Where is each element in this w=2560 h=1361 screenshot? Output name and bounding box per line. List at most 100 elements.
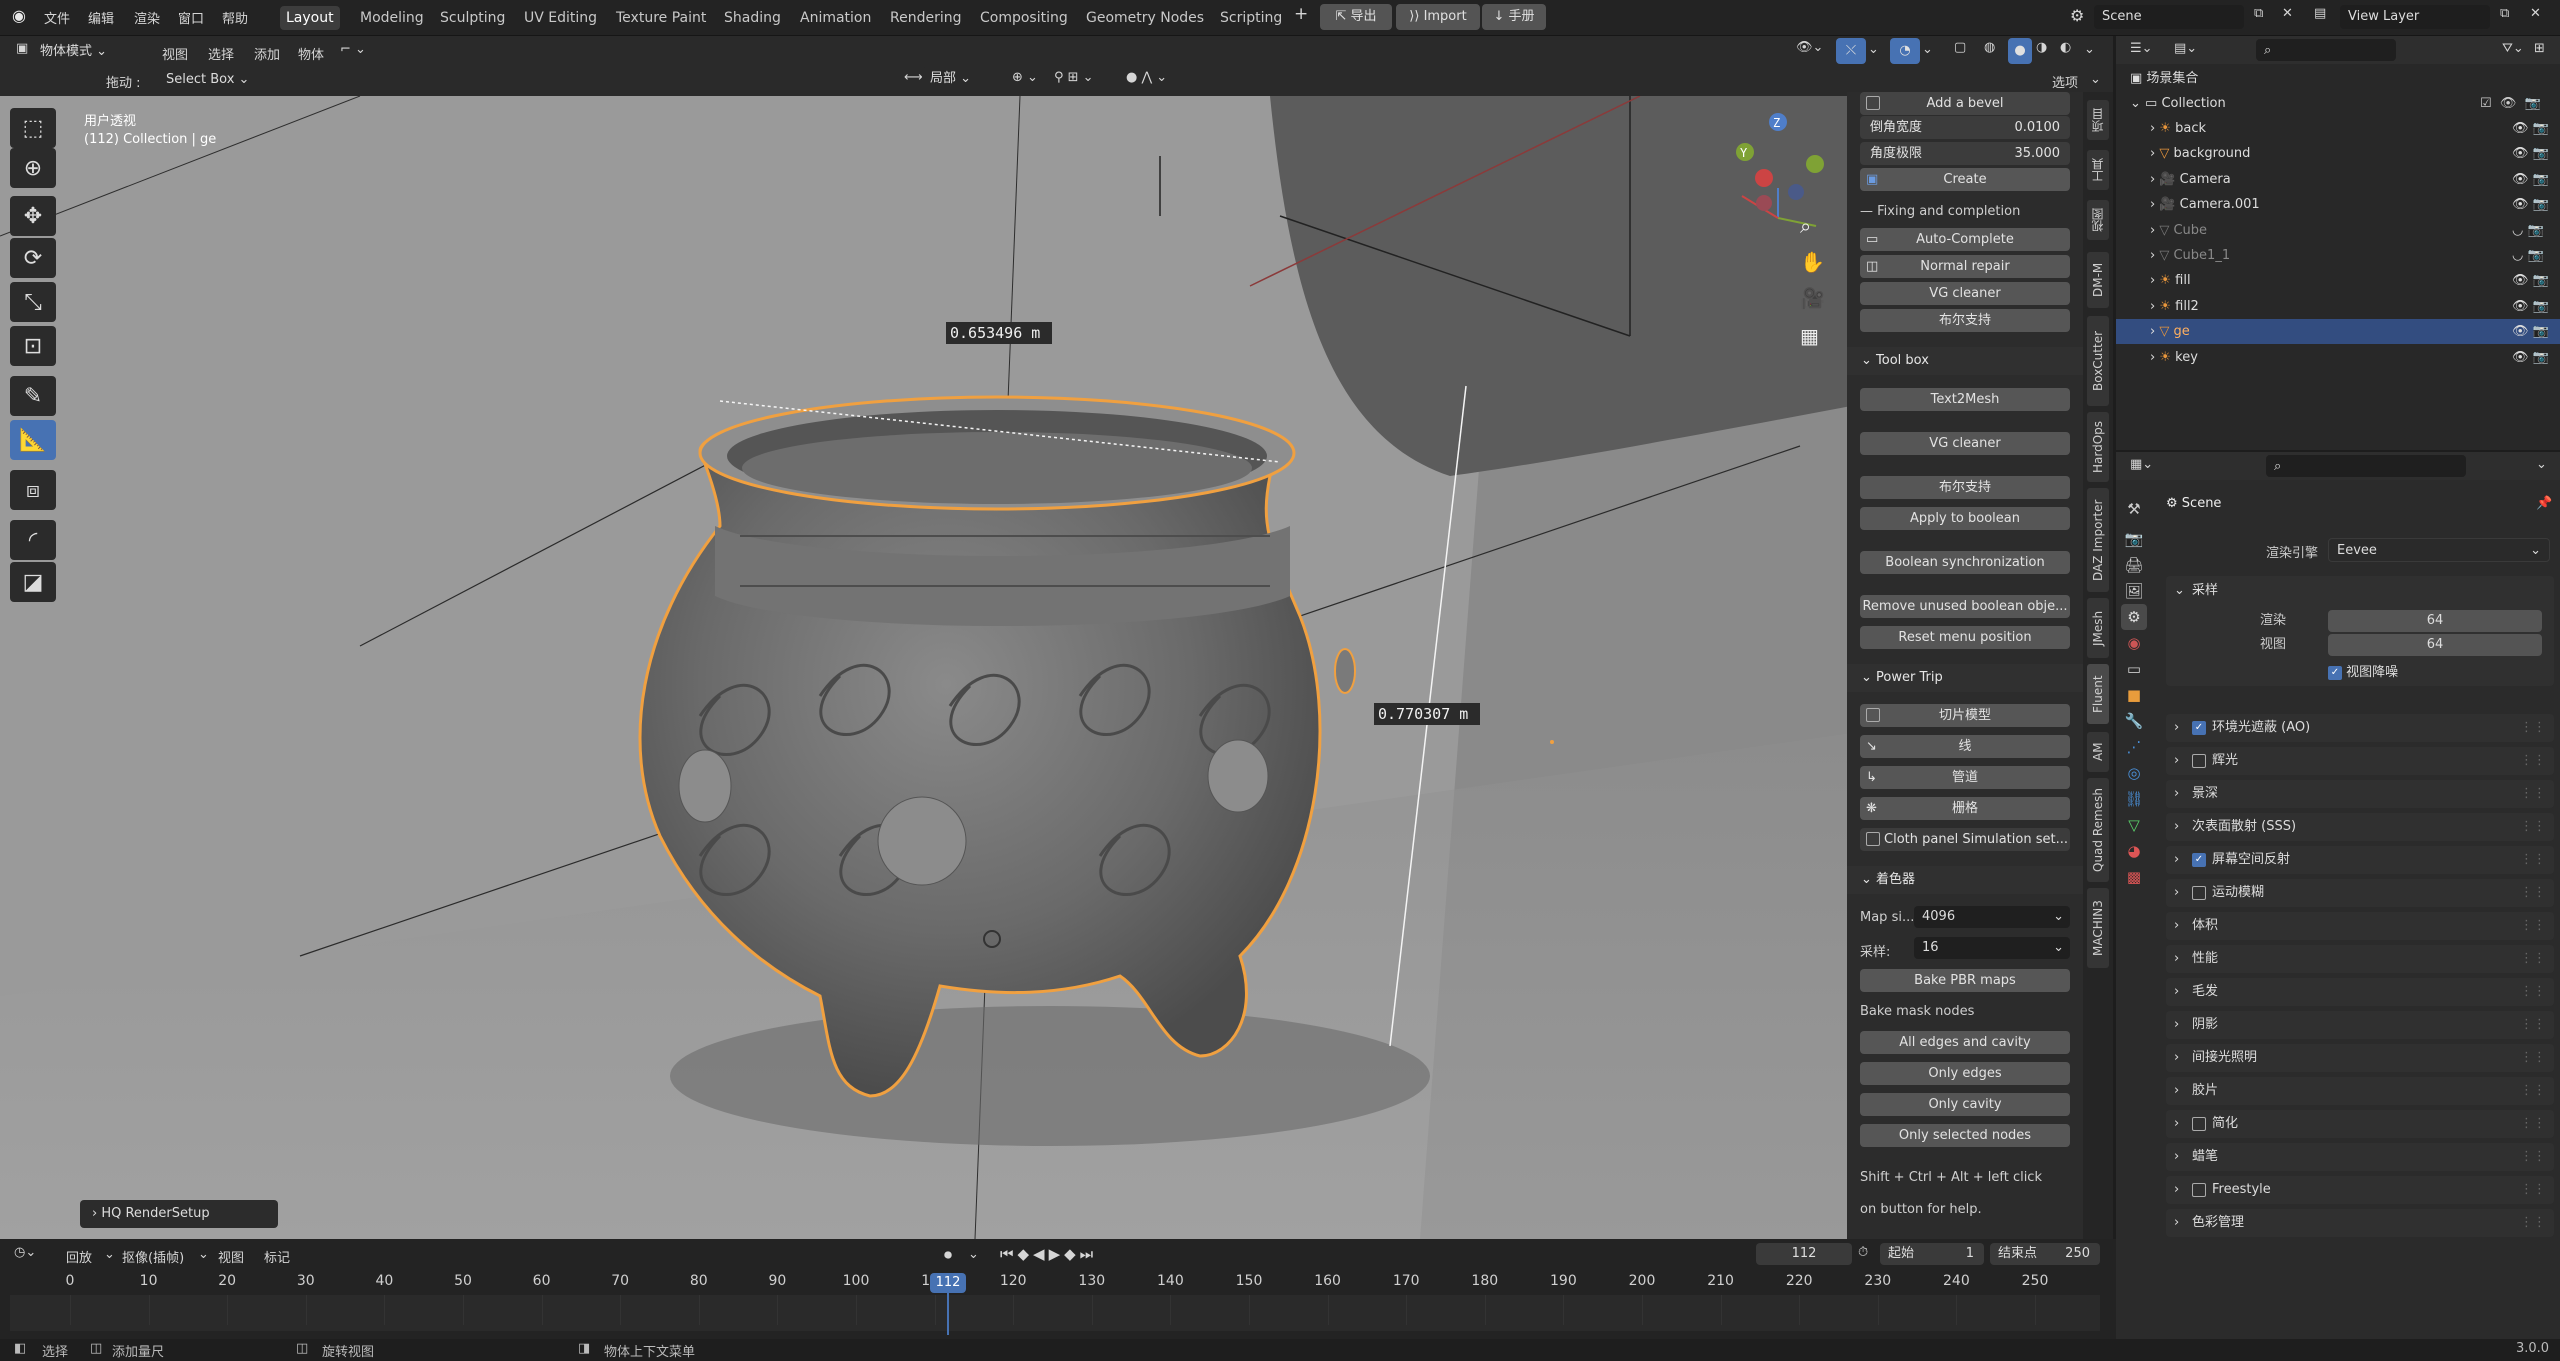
outliner-item-camera[interactable]: › 🎥 Camera 👁 📷: [2116, 167, 2560, 192]
drag-handle-icon[interactable]: ⋮⋮: [2520, 714, 2546, 742]
editor-type-icon[interactable]: ▣: [16, 41, 28, 56]
cursor-tool-icon[interactable]: ⊕: [10, 148, 56, 188]
playback-controls-icon[interactable]: ⏮◆◀▶◆⏭: [1000, 1245, 1097, 1263]
transform-pivot-icon[interactable]: ⟷: [904, 70, 923, 85]
expand-chevron-icon[interactable]: ›: [2150, 197, 2159, 212]
view-layer-icon[interactable]: ▤: [2314, 6, 2326, 21]
grid-button[interactable]: ❋ 栅格: [1860, 797, 2070, 820]
visibility-toggle-icon[interactable]: 👁 📷: [2512, 268, 2549, 293]
tab-daz-importer[interactable]: DAZ Importer: [2087, 488, 2109, 592]
drag-handle-icon[interactable]: ⋮⋮: [2520, 747, 2546, 775]
outliner-item-fill[interactable]: › ☀ fill 👁 📷: [2116, 268, 2560, 293]
timeline-track[interactable]: [10, 1295, 2100, 1331]
options-menu[interactable]: 选项: [2052, 72, 2078, 91]
section-15[interactable]: › 色彩管理 ⋮⋮: [2166, 1209, 2554, 1237]
denoise-checkbox[interactable]: ✓: [2328, 665, 2342, 680]
tab-tool[interactable]: 工具: [2087, 150, 2109, 190]
tab-jmesh[interactable]: JMesh: [2087, 598, 2109, 658]
scene-icon[interactable]: ⚙: [2070, 6, 2084, 25]
section-4[interactable]: › ✓ 屏幕空间反射 ⋮⋮: [2166, 846, 2554, 874]
expand-chevron-icon[interactable]: ›: [2150, 299, 2159, 314]
outliner-item-camera-001[interactable]: › 🎥 Camera.001 👁 📷: [2116, 192, 2560, 217]
transform-tool-icon[interactable]: ⊡: [10, 326, 56, 366]
power-trip-header[interactable]: ⌄ Power Trip: [1847, 664, 2083, 692]
outliner-scene-collection[interactable]: ▣ 场景集合: [2116, 66, 2560, 91]
bevel-width-field[interactable]: 倒角宽度 0.0100: [1860, 116, 2070, 139]
visibility-toggle-icon[interactable]: 👁 📷: [2512, 345, 2549, 370]
xray-icon[interactable]: ▢: [1954, 40, 1966, 55]
menu-render[interactable]: 渲染: [134, 8, 160, 27]
tab-compositing[interactable]: Compositing: [974, 6, 1074, 30]
tab-quad-remesh[interactable]: Quad Remesh: [2087, 778, 2109, 882]
drag-handle-icon[interactable]: ⋮⋮: [2520, 1176, 2546, 1204]
vg-cleaner-2-button[interactable]: VG cleaner: [1860, 432, 2070, 455]
view-layer-tab-icon[interactable]: 🖼: [2121, 578, 2147, 604]
end-frame-field[interactable]: 结束点 250: [1990, 1243, 2100, 1265]
options-chevron-icon[interactable]: ⌄: [2090, 72, 2101, 87]
gizmo-toggle-icon[interactable]: ⤬: [1836, 38, 1866, 64]
texture-tab-icon[interactable]: ▩: [2121, 864, 2147, 890]
all-edges-cavity-button[interactable]: All edges and cavity: [1860, 1031, 2070, 1054]
expand-chevron-icon[interactable]: ›: [2150, 248, 2159, 263]
record-icon[interactable]: ⏺: [944, 1245, 952, 1265]
outliner-item-cube1-1[interactable]: › ▽ Cube1_1 ◡ 📷: [2116, 243, 2560, 268]
blender-logo-icon[interactable]: ◉: [12, 6, 26, 25]
slice-checkbox[interactable]: [1866, 708, 1880, 722]
new-view-layer-icon[interactable]: ⧉: [2500, 6, 2509, 21]
samples-dropdown[interactable]: 16 ⌄: [1914, 937, 2070, 959]
outliner-item-fill2[interactable]: › ☀ fill2 👁 📷: [2116, 294, 2560, 319]
section-3[interactable]: › 次表面散射 (SSS) ⋮⋮: [2166, 813, 2554, 841]
denoise-row[interactable]: ✓ 视图降噪: [2328, 658, 2398, 688]
drag-handle-icon[interactable]: ⋮⋮: [2520, 1110, 2546, 1138]
physics-tab-icon[interactable]: ◎: [2121, 760, 2147, 786]
visibility-toggle-icon[interactable]: 👁 📷: [2512, 167, 2549, 192]
playback-menu[interactable]: 回放: [66, 1247, 92, 1266]
pipe-button[interactable]: ↳ 管道: [1860, 766, 2070, 789]
expand-chevron-icon[interactable]: ›: [2150, 121, 2159, 136]
mode-dropdown[interactable]: 物体模式 ⌄: [32, 40, 142, 64]
outliner-search[interactable]: ⌕: [2256, 39, 2396, 61]
section-checkbox[interactable]: ✓: [2192, 852, 2206, 867]
section-checkbox[interactable]: [2192, 753, 2206, 768]
constraints-tab-icon[interactable]: ⛓: [2121, 786, 2147, 812]
outliner-item-background[interactable]: › ▽ background 👁 📷: [2116, 141, 2560, 166]
section-checkbox[interactable]: [2192, 885, 2206, 900]
drag-handle-icon[interactable]: ⋮⋮: [2520, 1077, 2546, 1105]
scale-tool-icon[interactable]: ⤡: [10, 282, 56, 322]
visibility-toggle-icon[interactable]: 👁 📷: [2512, 319, 2549, 344]
add-bevel-checkbox[interactable]: [1866, 96, 1880, 110]
section-2[interactable]: › 景深 ⋮⋮: [2166, 780, 2554, 808]
section-7[interactable]: › 性能 ⋮⋮: [2166, 945, 2554, 973]
cloth-checkbox[interactable]: [1866, 832, 1880, 846]
select-box-dropdown[interactable]: Select Box ⌄: [158, 68, 258, 92]
measure-tool-icon[interactable]: 📐: [10, 420, 56, 460]
section-11[interactable]: › 胶片 ⋮⋮: [2166, 1077, 2554, 1105]
expand-chevron-icon[interactable]: ›: [2150, 223, 2159, 238]
add-workspace-icon[interactable]: +: [1294, 4, 1308, 24]
filter-icon[interactable]: ⛛⌄: [2502, 41, 2524, 56]
delete-view-layer-icon[interactable]: ✕: [2530, 6, 2541, 21]
bevel-tool-icon[interactable]: ◜: [10, 520, 56, 560]
drag-handle-icon[interactable]: ⋮⋮: [2520, 945, 2546, 973]
vg-cleaner-button[interactable]: VG cleaner: [1860, 282, 2070, 305]
expand-chevron-icon[interactable]: ›: [2150, 146, 2159, 161]
sampling-section[interactable]: ⌄ 采样 渲染 64 视图 64 ✓ 视图降噪: [2166, 576, 2554, 686]
viewport-samples-field[interactable]: 64: [2328, 634, 2542, 656]
menu-view[interactable]: 视图: [162, 44, 188, 63]
shader-header[interactable]: ⌄ 着色器: [1847, 866, 2083, 894]
export-button[interactable]: ⇱ 导出: [1320, 4, 1392, 30]
only-selected-nodes-button[interactable]: Only selected nodes: [1860, 1124, 2070, 1147]
only-edges-button[interactable]: Only edges: [1860, 1062, 2070, 1085]
render-tab-icon[interactable]: 📷: [2121, 526, 2147, 552]
drag-handle-icon[interactable]: ⋮⋮: [2520, 1011, 2546, 1039]
map-size-dropdown[interactable]: 4096 ⌄: [1914, 906, 2070, 928]
tool-tab-icon[interactable]: ⚒: [2121, 496, 2147, 522]
menu-object[interactable]: 物体: [298, 44, 324, 63]
remove-unused-boolean-button[interactable]: Remove unused boolean obje...: [1860, 595, 2070, 618]
section-12[interactable]: › 简化 ⋮⋮: [2166, 1110, 2554, 1138]
section-13[interactable]: › 蜡笔 ⋮⋮: [2166, 1143, 2554, 1171]
tab-machin3[interactable]: MACHIN3: [2087, 888, 2109, 968]
bool-support-button[interactable]: 布尔支持: [1860, 309, 2070, 332]
tab-texture-paint[interactable]: Texture Paint: [610, 6, 712, 30]
normal-repair-button[interactable]: ◫ Normal repair: [1860, 255, 2070, 278]
